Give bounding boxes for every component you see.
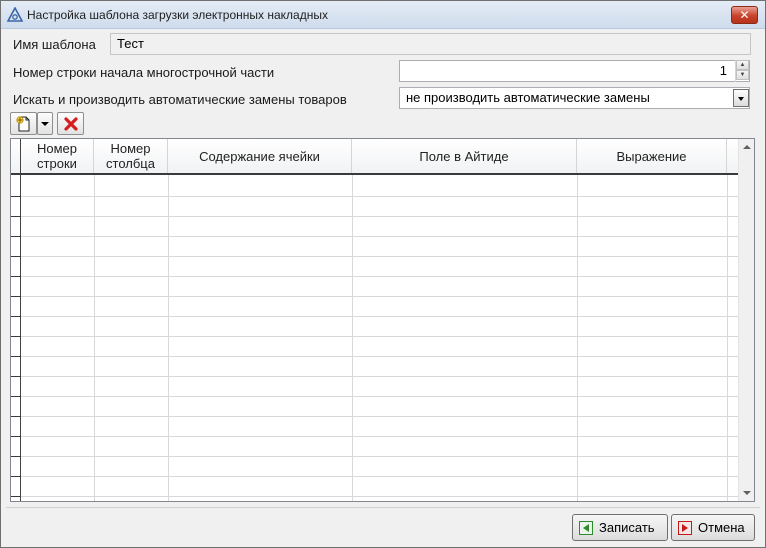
table-row[interactable] — [11, 416, 738, 417]
dialog-window: Настройка шаблона загрузки электронных н… — [0, 0, 766, 548]
grid-column-divider — [168, 175, 169, 501]
start-row-input[interactable]: 1 — [399, 60, 750, 82]
row-header-tick — [11, 356, 21, 357]
table-row[interactable] — [11, 356, 738, 357]
template-name-label: Имя шаблона — [13, 37, 96, 52]
grid-column-divider — [352, 175, 353, 501]
row-header-tick — [11, 276, 21, 277]
row-header-tick — [11, 436, 21, 437]
app-icon — [7, 7, 23, 22]
title-bar[interactable]: Настройка шаблона загрузки электронных н… — [1, 1, 765, 29]
row-header-tick — [11, 296, 21, 297]
column-header-label: Номер строки — [36, 141, 77, 171]
row-header-tick — [11, 416, 21, 417]
save-icon — [579, 521, 593, 535]
grid-column-divider — [577, 175, 578, 501]
row-header-tick — [11, 256, 21, 257]
scroll-up-icon[interactable] — [743, 145, 751, 149]
row-header-tick — [11, 216, 21, 217]
column-header-expression[interactable]: Выражение — [577, 139, 727, 173]
grid-header: Номер строки Номер столбца Содержание ячей… — [11, 139, 738, 175]
row-header-tick — [11, 376, 21, 377]
table-row[interactable] — [11, 376, 738, 377]
add-row-dropdown-button[interactable] — [37, 112, 53, 135]
cancel-button[interactable]: Отмена — [671, 514, 755, 541]
footer-divider — [6, 507, 760, 508]
table-row[interactable] — [11, 236, 738, 237]
window-title: Настройка шаблона загрузки электронных н… — [27, 8, 328, 22]
cancel-button-label: Отмена — [698, 520, 745, 535]
chevron-down-icon — [41, 122, 49, 126]
start-row-stepper[interactable]: ▲ ▼ — [735, 60, 749, 82]
chevron-down-icon — [738, 97, 744, 101]
column-header-cell-content[interactable]: Содержание ячейки — [168, 139, 352, 173]
red-x-icon — [64, 117, 78, 131]
table-row[interactable] — [11, 196, 738, 197]
column-header-label: Содержание ячейки — [199, 148, 320, 164]
template-name-field[interactable]: Тест — [110, 33, 751, 55]
save-button[interactable]: Записать — [572, 514, 668, 541]
table-row[interactable] — [11, 276, 738, 277]
auto-replace-label: Искать и производить автоматические заме… — [13, 92, 347, 107]
table-row[interactable] — [11, 476, 738, 477]
row-header-tick — [11, 236, 21, 237]
table-row[interactable] — [11, 336, 738, 337]
table-row[interactable] — [11, 316, 738, 317]
column-header-label: Номер столбца — [106, 141, 155, 171]
column-header-column-number[interactable]: Номер столбца — [94, 139, 168, 173]
stepper-up-icon[interactable]: ▲ — [736, 60, 749, 70]
grid-column-divider — [94, 175, 95, 501]
column-header-aitida-field[interactable]: Поле в Айтиде — [352, 139, 577, 173]
row-header-tick — [11, 396, 21, 397]
auto-replace-select[interactable]: не производить автоматические замены — [399, 87, 750, 109]
add-row-button[interactable] — [10, 112, 37, 135]
table-row[interactable] — [11, 216, 738, 217]
row-header-tick — [11, 316, 21, 317]
table-row[interactable] — [11, 296, 738, 297]
column-header-label: Выражение — [616, 148, 687, 164]
stepper-down-icon[interactable]: ▼ — [736, 70, 749, 80]
delete-row-button[interactable] — [57, 112, 84, 135]
table-row[interactable] — [11, 496, 738, 497]
row-header-tick — [11, 456, 21, 457]
save-button-label: Записать — [599, 520, 655, 535]
row-header-tick — [11, 196, 21, 197]
start-row-label: Номер строки начала многострочной части — [13, 65, 275, 80]
row-header-tick — [11, 496, 21, 497]
table-row[interactable] — [11, 256, 738, 257]
row-header-tick — [11, 336, 21, 337]
grid-column-divider — [727, 175, 728, 501]
column-header-row-number[interactable]: Номер строки — [21, 139, 94, 173]
cancel-icon — [678, 521, 692, 535]
column-header-label: Поле в Айтиде — [419, 148, 509, 164]
row-header-tick — [11, 476, 21, 477]
add-document-icon — [16, 116, 30, 132]
table-row[interactable] — [11, 396, 738, 397]
table-row[interactable] — [11, 456, 738, 457]
auto-replace-dropdown-button[interactable] — [733, 89, 749, 107]
scroll-down-icon[interactable] — [743, 491, 751, 495]
mapping-grid[interactable]: Номер строки Номер столбца Содержание ячей… — [10, 138, 755, 502]
row-header-column — [11, 139, 21, 501]
close-button[interactable]: ✕ — [731, 6, 758, 24]
vertical-scrollbar[interactable] — [738, 139, 754, 501]
table-row[interactable] — [11, 436, 738, 437]
close-icon: ✕ — [739, 8, 750, 22]
